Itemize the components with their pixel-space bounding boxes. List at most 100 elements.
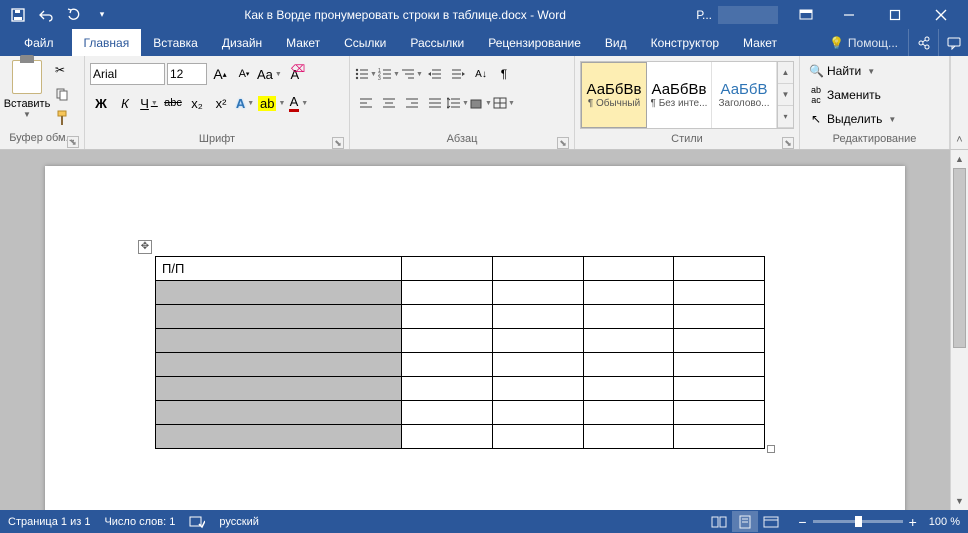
text-effects-button[interactable]: A▼ — [234, 92, 256, 114]
table-cell[interactable] — [492, 353, 583, 377]
table-cell[interactable] — [583, 281, 674, 305]
table-cell[interactable] — [492, 305, 583, 329]
style-no-spacing[interactable]: АаБбВв ¶ Без инте... — [647, 62, 712, 128]
qat-customize-button[interactable]: ▾ — [90, 3, 114, 27]
tab-references[interactable]: Ссылки — [332, 29, 398, 56]
shading-button[interactable]: ▼ — [470, 92, 492, 114]
find-button[interactable]: 🔍Найти▼ — [805, 60, 944, 82]
minimize-button[interactable] — [826, 0, 872, 29]
subscript-button[interactable]: x₂ — [186, 92, 208, 114]
bullets-button[interactable]: ▼ — [355, 63, 377, 85]
document-scroll[interactable]: ✥ П/П — [0, 150, 950, 510]
align-right-button[interactable] — [401, 92, 423, 114]
vertical-scrollbar[interactable]: ▲ ▼ — [950, 150, 968, 510]
table-cell[interactable] — [402, 377, 493, 401]
format-painter-button[interactable] — [53, 108, 79, 128]
increase-indent-button[interactable] — [447, 63, 469, 85]
table-cell[interactable] — [156, 377, 402, 401]
table-cell[interactable] — [156, 353, 402, 377]
show-marks-button[interactable]: ¶ — [493, 63, 515, 85]
sort-button[interactable]: A↓ — [470, 63, 492, 85]
spell-check-indicator[interactable] — [189, 515, 205, 529]
scroll-track[interactable] — [951, 168, 968, 492]
multilevel-list-button[interactable]: ▼ — [401, 63, 423, 85]
scroll-up-button[interactable]: ▲ — [951, 150, 968, 168]
table-move-handle[interactable]: ✥ — [138, 240, 152, 254]
tab-design[interactable]: Дизайн — [210, 29, 274, 56]
strikethrough-button[interactable]: abc — [162, 92, 184, 114]
table-cell[interactable] — [674, 257, 765, 281]
table-cell[interactable] — [674, 305, 765, 329]
clear-formatting-button[interactable]: A⌫ — [284, 63, 306, 85]
table-cell[interactable] — [674, 281, 765, 305]
select-button[interactable]: ↖Выделить▼ — [805, 108, 944, 130]
table-cell[interactable] — [402, 425, 493, 449]
table-cell[interactable] — [583, 353, 674, 377]
page[interactable]: ✥ П/П — [45, 166, 905, 510]
align-center-button[interactable] — [378, 92, 400, 114]
zoom-thumb[interactable] — [855, 516, 862, 527]
comments-button[interactable] — [938, 29, 968, 56]
table-cell[interactable] — [583, 257, 674, 281]
replace-button[interactable]: abacЗаменить — [805, 84, 944, 106]
zoom-slider[interactable] — [813, 520, 903, 523]
share-button[interactable] — [908, 29, 938, 56]
maximize-button[interactable] — [872, 0, 918, 29]
table-cell[interactable] — [402, 353, 493, 377]
zoom-out-button[interactable]: − — [798, 514, 806, 530]
bold-button[interactable]: Ж — [90, 92, 112, 114]
table-cell[interactable] — [492, 329, 583, 353]
table-resize-handle[interactable] — [767, 445, 775, 453]
table-cell[interactable] — [583, 329, 674, 353]
table-cell[interactable] — [492, 401, 583, 425]
table-cell[interactable] — [402, 401, 493, 425]
tell-me-help[interactable]: 💡Помощ... — [819, 29, 908, 56]
style-normal[interactable]: АаБбВв ¶ Обычный — [581, 62, 647, 128]
page-indicator[interactable]: Страница 1 из 1 — [8, 516, 90, 528]
tab-insert[interactable]: Вставка — [141, 29, 210, 56]
table-cell[interactable] — [402, 305, 493, 329]
justify-button[interactable] — [424, 92, 446, 114]
grow-font-button[interactable]: A▴ — [209, 63, 231, 85]
table-cell[interactable] — [674, 353, 765, 377]
align-left-button[interactable] — [355, 92, 377, 114]
table-cell[interactable] — [492, 377, 583, 401]
italic-button[interactable]: К — [114, 92, 136, 114]
tab-table-layout[interactable]: Макет — [731, 29, 789, 56]
scroll-thumb[interactable] — [953, 168, 966, 348]
numbering-button[interactable]: 123▼ — [378, 63, 400, 85]
zoom-in-button[interactable]: + — [909, 514, 917, 530]
line-spacing-button[interactable]: ▼ — [447, 92, 469, 114]
table-cell[interactable] — [674, 377, 765, 401]
table-cell[interactable] — [492, 281, 583, 305]
language-indicator[interactable]: русский — [219, 516, 258, 528]
table-cell[interactable] — [674, 329, 765, 353]
tab-view[interactable]: Вид — [593, 29, 639, 56]
table-cell[interactable] — [156, 401, 402, 425]
highlight-button[interactable]: ab▼ — [258, 92, 285, 114]
word-count[interactable]: Число слов: 1 — [104, 516, 175, 528]
redo-button[interactable] — [62, 3, 86, 27]
read-mode-button[interactable] — [706, 511, 732, 532]
font-size-combo[interactable] — [167, 63, 207, 85]
decrease-indent-button[interactable] — [424, 63, 446, 85]
underline-button[interactable]: Ч▼ — [138, 92, 160, 114]
table-cell[interactable] — [156, 281, 402, 305]
cut-button[interactable]: ✂ — [53, 60, 79, 80]
table-cell[interactable] — [674, 401, 765, 425]
tab-home[interactable]: Главная — [72, 29, 142, 56]
tab-file[interactable]: Файл — [6, 29, 72, 56]
zoom-level[interactable]: 100 % — [929, 516, 960, 528]
table-cell[interactable] — [492, 425, 583, 449]
styles-launcher[interactable]: ⬊ — [782, 137, 794, 149]
tab-layout[interactable]: Макет — [274, 29, 332, 56]
table-cell[interactable] — [402, 281, 493, 305]
web-layout-button[interactable] — [758, 511, 784, 532]
style-heading1[interactable]: АаБбВ Заголово... — [712, 62, 777, 128]
close-button[interactable] — [918, 0, 964, 29]
table-cell[interactable] — [583, 401, 674, 425]
clipboard-launcher[interactable]: ⬊ — [67, 136, 79, 148]
document-table[interactable]: П/П — [155, 256, 765, 449]
table-cell[interactable] — [583, 377, 674, 401]
tab-table-design[interactable]: Конструктор — [639, 29, 731, 56]
